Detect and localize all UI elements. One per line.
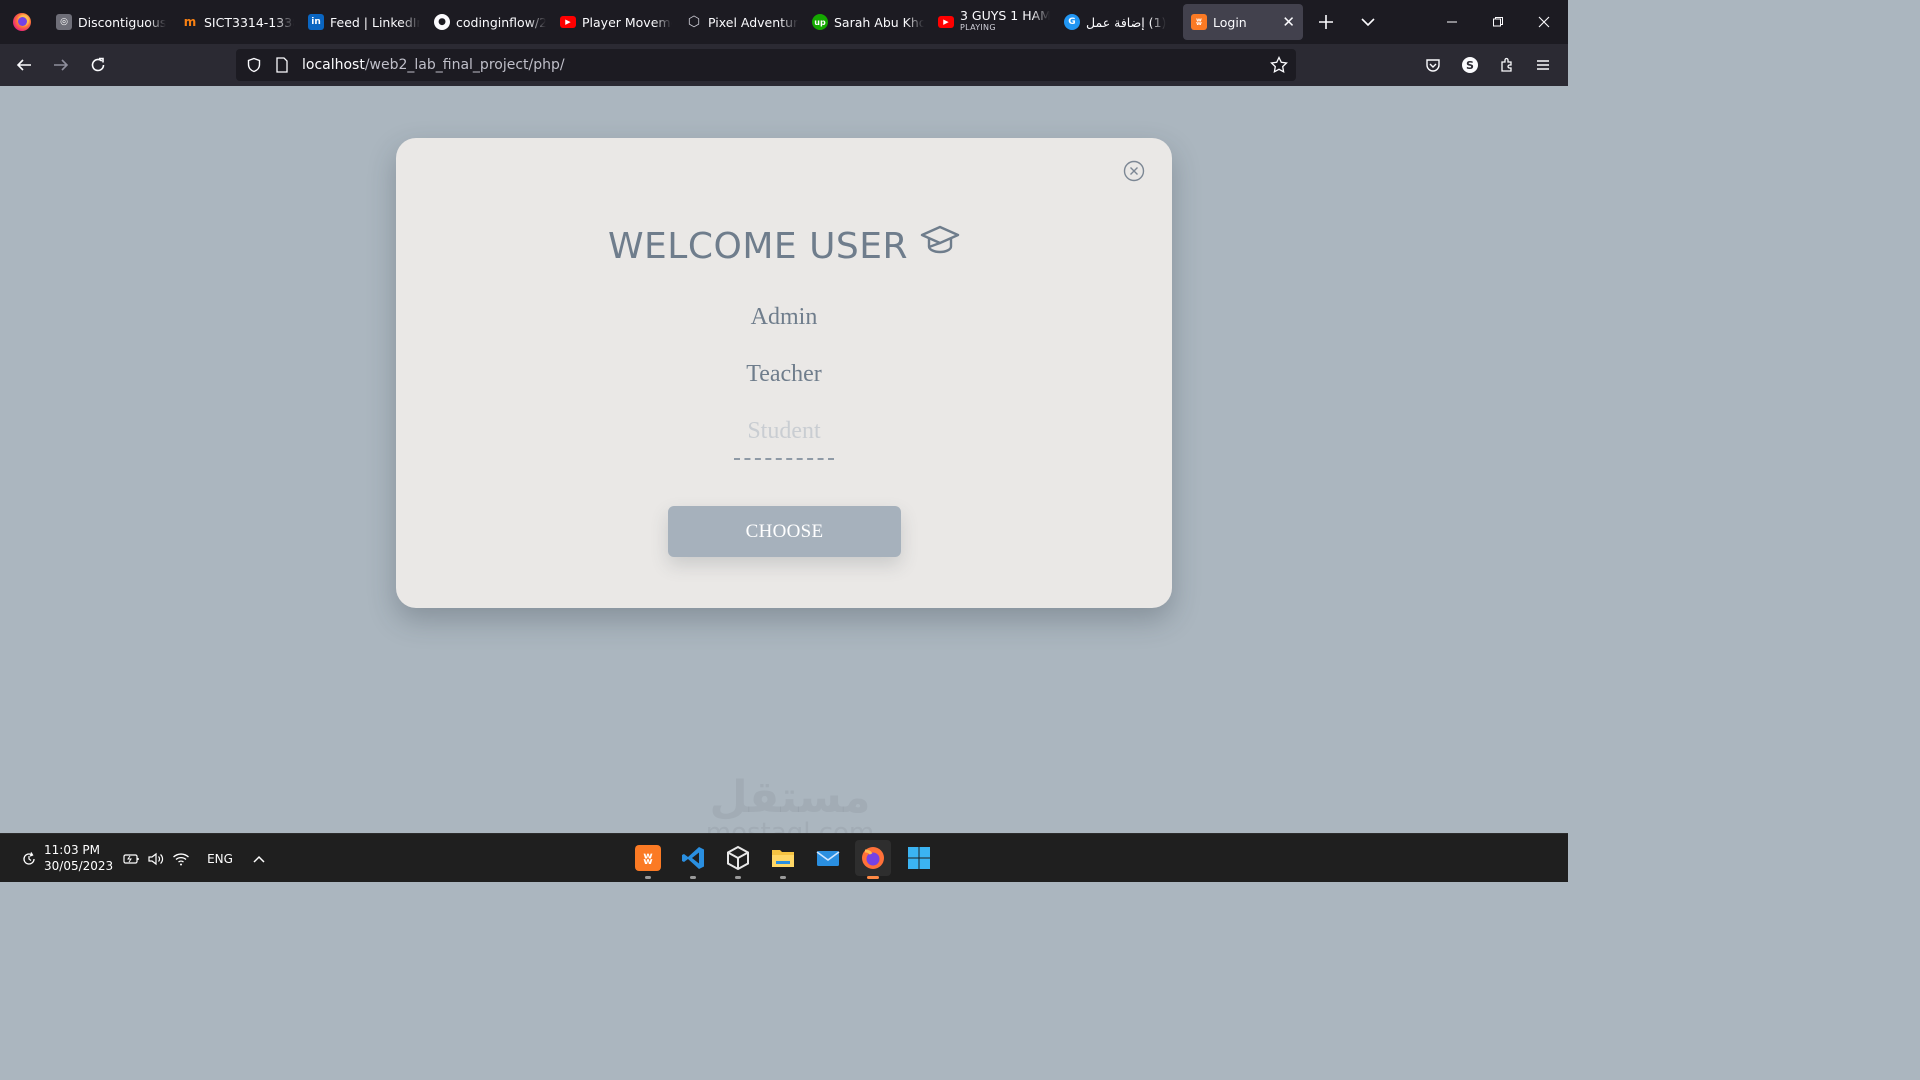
firefox-icon bbox=[862, 847, 884, 869]
vscode-icon bbox=[682, 847, 704, 869]
folder-icon bbox=[772, 850, 794, 867]
list-all-tabs-button[interactable] bbox=[1354, 0, 1382, 44]
upwork-icon: up bbox=[812, 14, 828, 30]
plus-icon bbox=[1319, 15, 1333, 29]
page-content: WELCOME USER Admin Teacher Student CHOOS… bbox=[0, 86, 1568, 846]
close-icon bbox=[1538, 16, 1550, 28]
minimize-button[interactable] bbox=[1429, 0, 1475, 44]
firefox-view-button[interactable] bbox=[0, 0, 44, 44]
arrow-left-icon bbox=[16, 59, 31, 71]
chevron-up-icon bbox=[253, 855, 265, 863]
puzzle-icon bbox=[1501, 57, 1512, 72]
tab-upwork[interactable]: up Sarah Abu Khot bbox=[812, 0, 924, 44]
restore-button[interactable] bbox=[1475, 0, 1521, 44]
youtube-icon: ▶ bbox=[560, 16, 576, 28]
windows-taskbar: 11:03 PM 30/05/2023 ENG ʬ bbox=[0, 833, 1568, 882]
role-option-admin[interactable]: Admin bbox=[396, 304, 1172, 331]
close-window-button[interactable] bbox=[1521, 0, 1567, 44]
extensions-button[interactable] bbox=[1492, 50, 1522, 80]
xampp-icon: ʬ bbox=[1191, 14, 1207, 30]
taskbar-app-firefox[interactable] bbox=[855, 840, 891, 879]
linkedin-icon: in bbox=[308, 14, 324, 30]
mostaql-icon: G bbox=[1064, 14, 1080, 30]
windows-logo-icon bbox=[908, 847, 930, 869]
xampp-icon: ʬ bbox=[635, 845, 661, 871]
pocket-icon bbox=[1426, 59, 1440, 72]
tracking-protection-shield-icon[interactable] bbox=[240, 57, 268, 73]
url-text: localhost/web2_lab_final_project/php/ bbox=[302, 57, 565, 73]
forward-button[interactable] bbox=[46, 50, 76, 80]
role-option-student[interactable]: Student bbox=[396, 418, 1172, 445]
battery-icon[interactable] bbox=[122, 834, 142, 883]
role-option-teacher[interactable]: Teacher bbox=[396, 361, 1172, 388]
github-icon: ● bbox=[434, 14, 450, 30]
mail-icon bbox=[816, 851, 840, 866]
app-menu-button[interactable] bbox=[1528, 50, 1558, 80]
tab-github[interactable]: ● codinginflow/2 bbox=[434, 0, 546, 44]
role-select-modal: WELCOME USER Admin Teacher Student CHOOS… bbox=[396, 138, 1172, 608]
reload-icon bbox=[91, 57, 105, 72]
page-info-icon[interactable] bbox=[268, 57, 296, 73]
hamburger-menu-icon bbox=[1537, 60, 1549, 70]
new-tab-button[interactable] bbox=[1312, 0, 1340, 44]
firefox-icon bbox=[13, 13, 31, 31]
selected-role-underline bbox=[734, 458, 834, 460]
volume-icon[interactable] bbox=[146, 834, 166, 883]
bookmark-star-icon[interactable] bbox=[1268, 54, 1290, 76]
youtube-icon: ▶ bbox=[938, 16, 954, 28]
taskbar-app-mail[interactable] bbox=[810, 840, 846, 876]
account-avatar-icon: S bbox=[1462, 57, 1478, 73]
show-hidden-icons-button[interactable] bbox=[249, 834, 269, 883]
graduation-cap-icon bbox=[920, 224, 960, 258]
svg-text:S: S bbox=[1466, 59, 1474, 72]
taskbar-app-unity[interactable] bbox=[720, 840, 756, 879]
browser-tab-strip: ◎ Discontiguous m SICT3314-1338 in Feed … bbox=[0, 0, 1568, 44]
taskbar-start-button[interactable] bbox=[901, 840, 937, 876]
url-bar[interactable]: localhost/web2_lab_final_project/php/ bbox=[236, 49, 1296, 81]
openai-icon: ◎ bbox=[56, 14, 72, 30]
taskbar-clock[interactable]: 11:03 PM 30/05/2023 bbox=[44, 842, 113, 874]
taskbar-app-vscode[interactable] bbox=[675, 840, 711, 879]
welcome-heading: WELCOME USER bbox=[396, 224, 1172, 267]
close-circle-icon[interactable] bbox=[1123, 160, 1145, 182]
browser-nav-bar: localhost/web2_lab_final_project/php/ S bbox=[0, 44, 1568, 86]
account-button[interactable]: S bbox=[1455, 50, 1485, 80]
back-button[interactable] bbox=[9, 50, 39, 80]
close-tab-icon[interactable]: ✕ bbox=[1282, 14, 1295, 30]
taskbar-app-file-explorer[interactable] bbox=[765, 840, 801, 879]
unity-icon bbox=[727, 845, 749, 871]
pocket-button[interactable] bbox=[1418, 50, 1448, 80]
chevron-down-icon bbox=[1361, 18, 1375, 27]
welcome-title: WELCOME USER bbox=[607, 226, 909, 267]
wifi-icon[interactable] bbox=[171, 834, 191, 883]
tab-discontiguous[interactable]: ◎ Discontiguous bbox=[56, 0, 168, 44]
tab-mostaql[interactable]: G (1) إضافة عمل bbox=[1064, 0, 1176, 44]
tab-player-movement[interactable]: ▶ Player Moveme bbox=[560, 0, 672, 44]
tab-youtube-playing[interactable]: ▶ 3 GUYS 1 HAM PLAYING bbox=[938, 0, 1050, 44]
tab-sict3314[interactable]: m SICT3314-1338 bbox=[182, 0, 294, 44]
moodle-icon: m bbox=[183, 15, 197, 29]
arrow-right-icon bbox=[54, 59, 69, 71]
choose-button[interactable]: CHOOSE bbox=[668, 506, 901, 557]
minimize-icon bbox=[1447, 21, 1457, 23]
input-language-indicator[interactable]: ENG bbox=[202, 834, 238, 883]
tab-pixel-adventure[interactable]: ⬡ Pixel Adventure bbox=[686, 0, 798, 44]
sync-icon[interactable] bbox=[18, 834, 40, 883]
unity-icon: ⬡ bbox=[687, 14, 701, 30]
tab-linkedin[interactable]: in Feed | LinkedIn bbox=[308, 0, 420, 44]
restore-icon bbox=[1493, 17, 1503, 27]
taskbar-app-xampp[interactable]: ʬ bbox=[630, 840, 666, 879]
tab-login-active[interactable]: ʬ Login ✕ bbox=[1183, 4, 1303, 40]
reload-button[interactable] bbox=[83, 50, 113, 80]
